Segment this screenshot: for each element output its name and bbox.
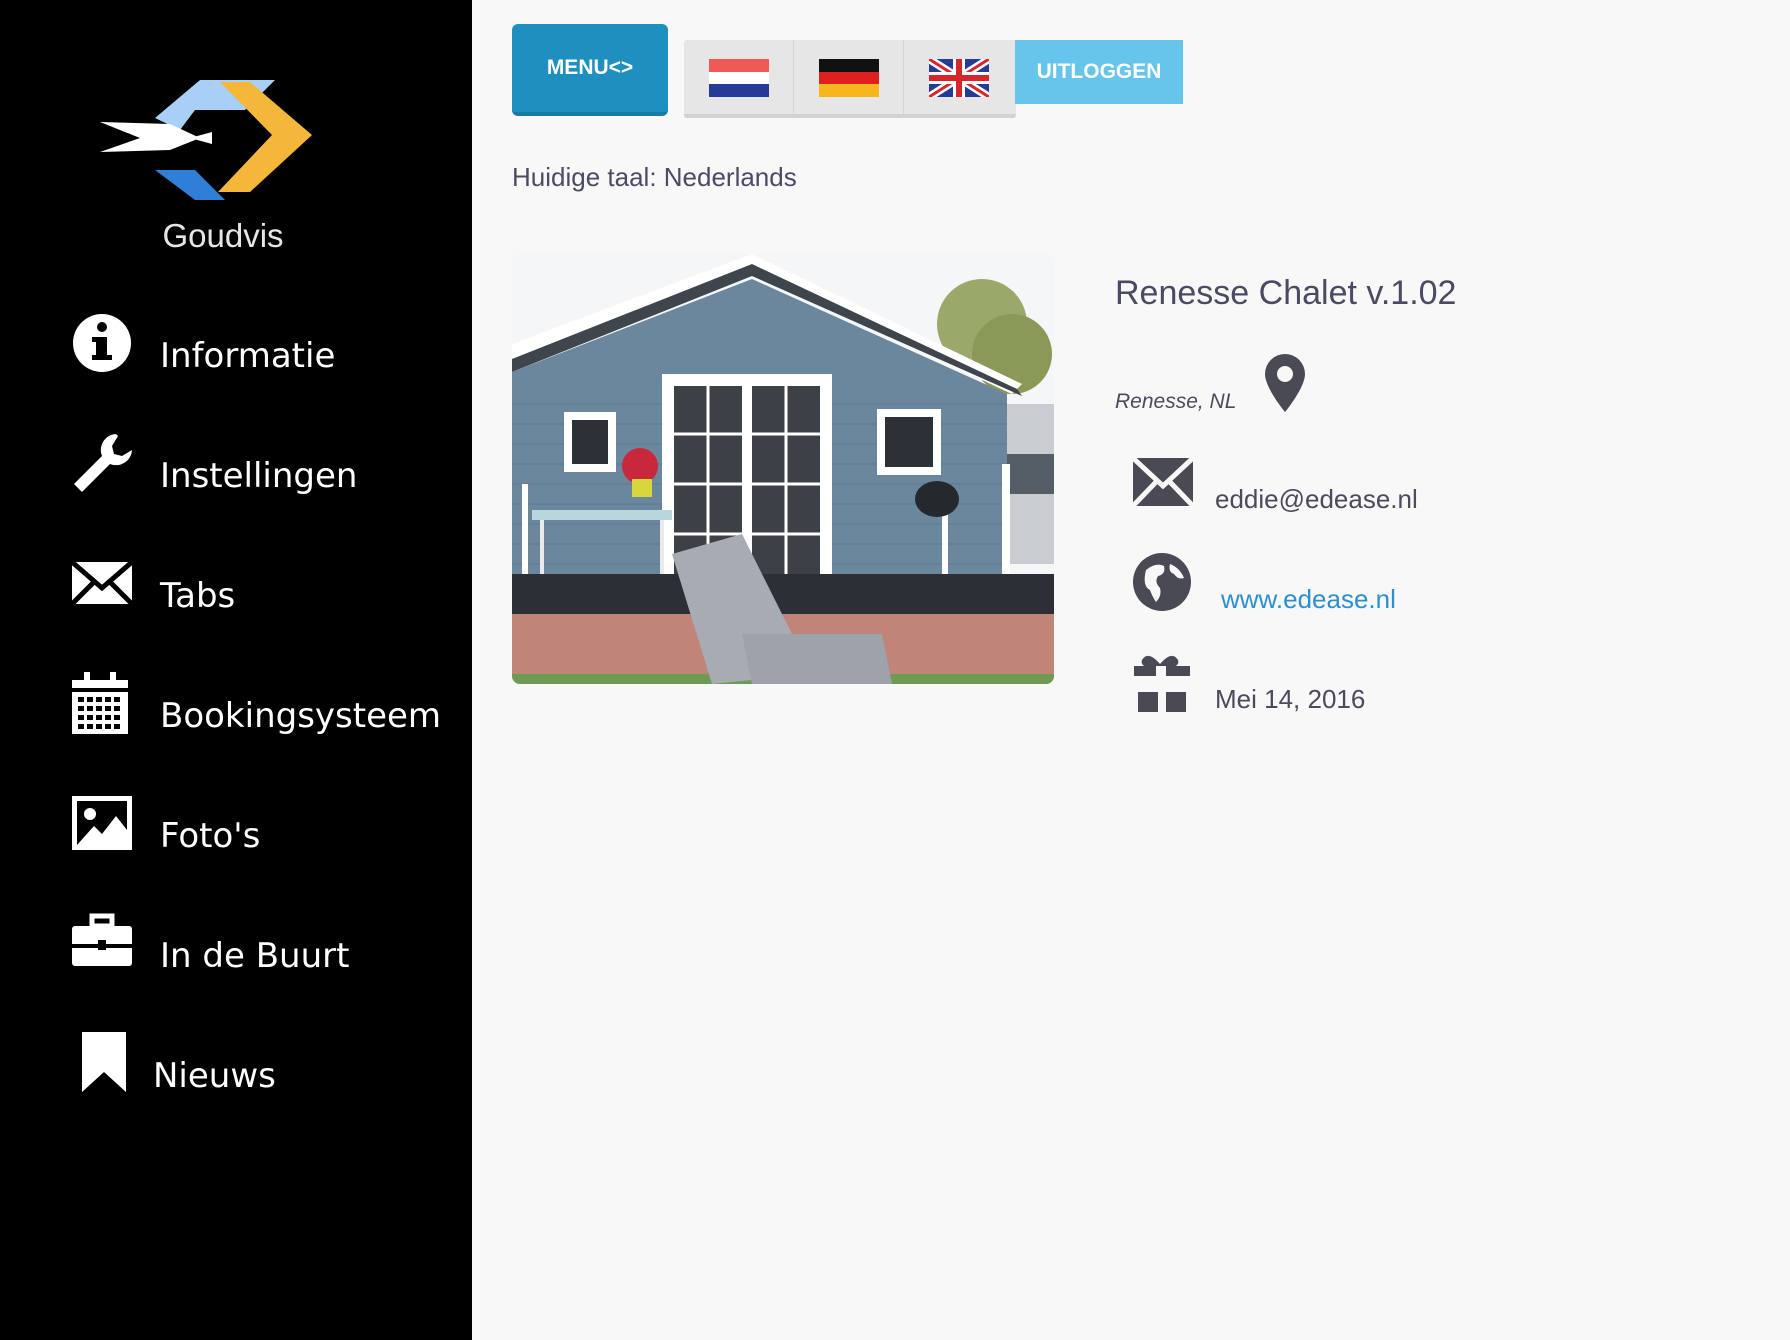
sidebar-item-label: Instellingen [160, 456, 358, 496]
map-pin-icon[interactable] [1262, 352, 1308, 414]
sidebar-item-informatie[interactable]: Informatie [0, 310, 472, 400]
current-language-text: Huidige taal: Nederlands [512, 162, 797, 192]
property-date: Mei 14, 2016 [1215, 684, 1366, 714]
globe-icon [1133, 553, 1191, 611]
goudvis-logo: Goudvis [100, 80, 320, 260]
contact-email: eddie@edease.nl [1215, 484, 1418, 514]
sidebar-item-label: Tabs [160, 576, 236, 616]
sidebar-item-nieuws[interactable]: Nieuws [0, 1030, 472, 1120]
wrench-icon [70, 430, 134, 496]
briefcase-icon [70, 910, 134, 976]
language-button-de[interactable] [794, 40, 904, 114]
calendar-icon [70, 670, 134, 736]
info-circle-icon [70, 310, 134, 376]
property-location: Renesse, NL [1115, 390, 1237, 413]
sidebar-item-label: In de Buurt [160, 936, 350, 976]
flag-gb-icon [929, 59, 989, 97]
sidebar-item-instellingen[interactable]: Instellingen [0, 430, 472, 520]
chalet-photo [512, 254, 1054, 684]
logout-button[interactable]: UITLOGGEN [1015, 40, 1183, 104]
sidebar-item-tabs[interactable]: Tabs [0, 550, 472, 640]
sidebar-item-label: Nieuws [153, 1056, 276, 1096]
language-switcher [684, 40, 1016, 118]
goudvis-logo-mark [100, 80, 312, 200]
sidebar-item-label: Foto's [160, 816, 261, 856]
logo-name: Goudvis [162, 217, 284, 254]
sidebar-item-in-de-buurt[interactable]: In de Buurt [0, 910, 472, 1000]
flag-de-icon [819, 59, 879, 97]
envelope-icon [1132, 456, 1194, 508]
website-link[interactable]: www.edease.nl [1221, 584, 1396, 615]
sidebar-item-label: Bookingsysteem [160, 696, 442, 736]
language-button-gb[interactable] [904, 40, 1014, 114]
envelope-icon [70, 550, 134, 616]
sidebar-item-label: Informatie [160, 336, 336, 376]
language-button-nl[interactable] [684, 40, 794, 114]
gift-icon [1134, 655, 1190, 712]
sidebar-item-bookingsysteem[interactable]: Bookingsysteem [0, 670, 472, 760]
image-icon [70, 790, 134, 856]
sidebar-item-fotos[interactable]: Foto's [0, 790, 472, 880]
sidebar: Goudvis Informatie Instellingen Tabs Boo… [0, 0, 472, 1340]
property-title: Renesse Chalet v.1.02 [1115, 274, 1457, 312]
bookmark-icon [80, 1030, 144, 1096]
menu-button[interactable]: MENU<> [512, 24, 668, 116]
flag-nl-icon [709, 59, 769, 97]
